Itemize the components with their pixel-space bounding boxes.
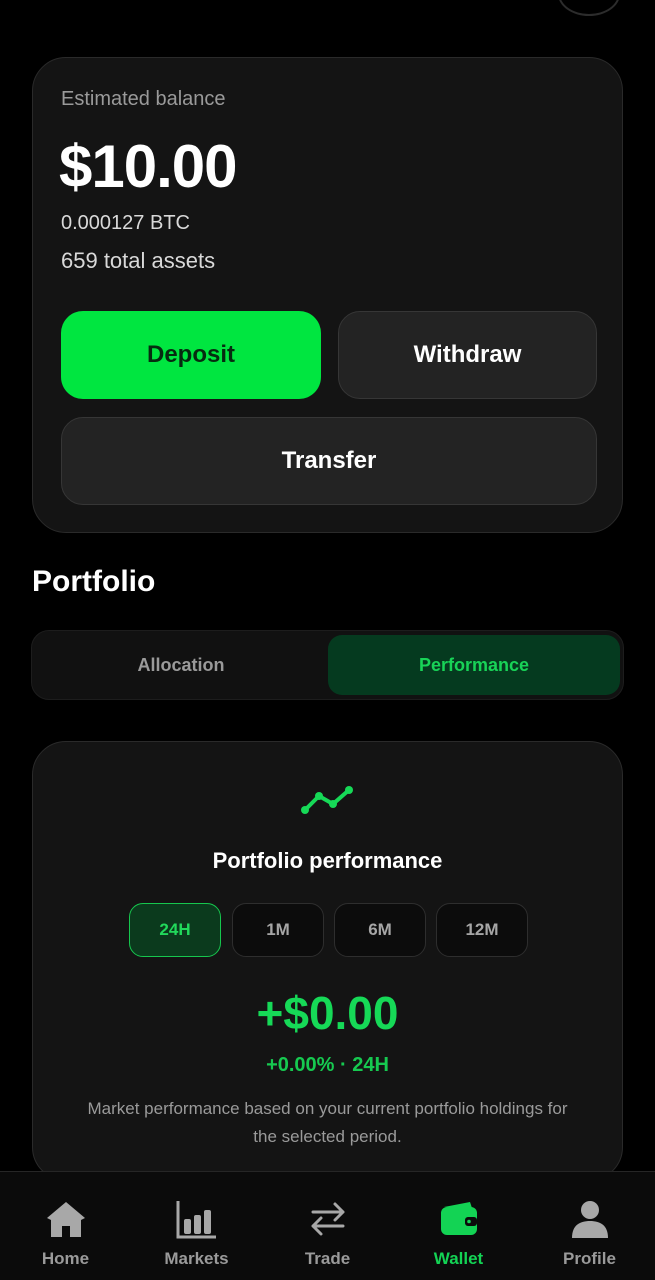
- portfolio-title: Portfolio: [32, 565, 156, 598]
- balance-card: Estimated balance $10.00 0.000127 BTC 65…: [32, 57, 623, 533]
- wallet-icon: [441, 1202, 477, 1235]
- nav-item-wallet[interactable]: Wallet: [393, 1172, 524, 1280]
- bottom-navigation: Home Markets Trade Wallet Profile: [0, 1171, 655, 1280]
- nav-item-markets[interactable]: Markets: [131, 1172, 262, 1280]
- performance-description: Market performance based on your current…: [87, 1099, 568, 1146]
- nav-label-profile: Profile: [563, 1249, 616, 1268]
- performance-change: +0.00% · 24H: [266, 1054, 389, 1076]
- balance-label: Estimated balance: [61, 88, 226, 110]
- range-6m-button[interactable]: 6M: [334, 903, 426, 957]
- top-avatar-button[interactable]: [558, 0, 620, 16]
- tab-allocation[interactable]: Allocation: [36, 635, 326, 695]
- tab-performance[interactable]: Performance: [328, 635, 620, 695]
- deposit-button[interactable]: Deposit: [61, 311, 321, 399]
- performance-value: +$0.00: [256, 987, 399, 1039]
- user-icon: [572, 1201, 608, 1238]
- trend-line-icon: [301, 786, 353, 814]
- swap-arrows-icon: [311, 1202, 345, 1236]
- nav-label-trade: Trade: [304, 1249, 351, 1268]
- withdraw-button[interactable]: Withdraw: [338, 311, 597, 399]
- nav-label-markets: Markets: [164, 1249, 229, 1268]
- transfer-button[interactable]: Transfer: [61, 417, 597, 505]
- performance-card: Portfolio performance 24H 1M 6M 12M +$0.…: [32, 741, 623, 1181]
- portfolio-tabs: Allocation Performance: [31, 630, 624, 700]
- balance-amount: $10.00: [59, 133, 238, 200]
- nav-item-profile[interactable]: Profile: [524, 1172, 655, 1280]
- nav-item-home[interactable]: Home: [0, 1172, 131, 1280]
- nav-item-trade[interactable]: Trade: [262, 1172, 393, 1280]
- wallet-screen: Estimated balance $10.00 0.000127 BTC 65…: [0, 0, 655, 1280]
- range-12m-button[interactable]: 12M: [436, 903, 528, 957]
- bar-chart-icon: [176, 1201, 216, 1239]
- total-assets-count: 659 total assets: [61, 248, 216, 273]
- nav-label-wallet: Wallet: [433, 1249, 484, 1268]
- range-24h-button[interactable]: 24H: [129, 903, 221, 957]
- balance-btc-equivalent: 0.000127 BTC: [61, 212, 190, 234]
- home-icon: [47, 1202, 85, 1237]
- performance-title: Portfolio performance: [212, 848, 443, 873]
- nav-label-home: Home: [41, 1249, 90, 1268]
- range-1m-button[interactable]: 1M: [232, 903, 324, 957]
